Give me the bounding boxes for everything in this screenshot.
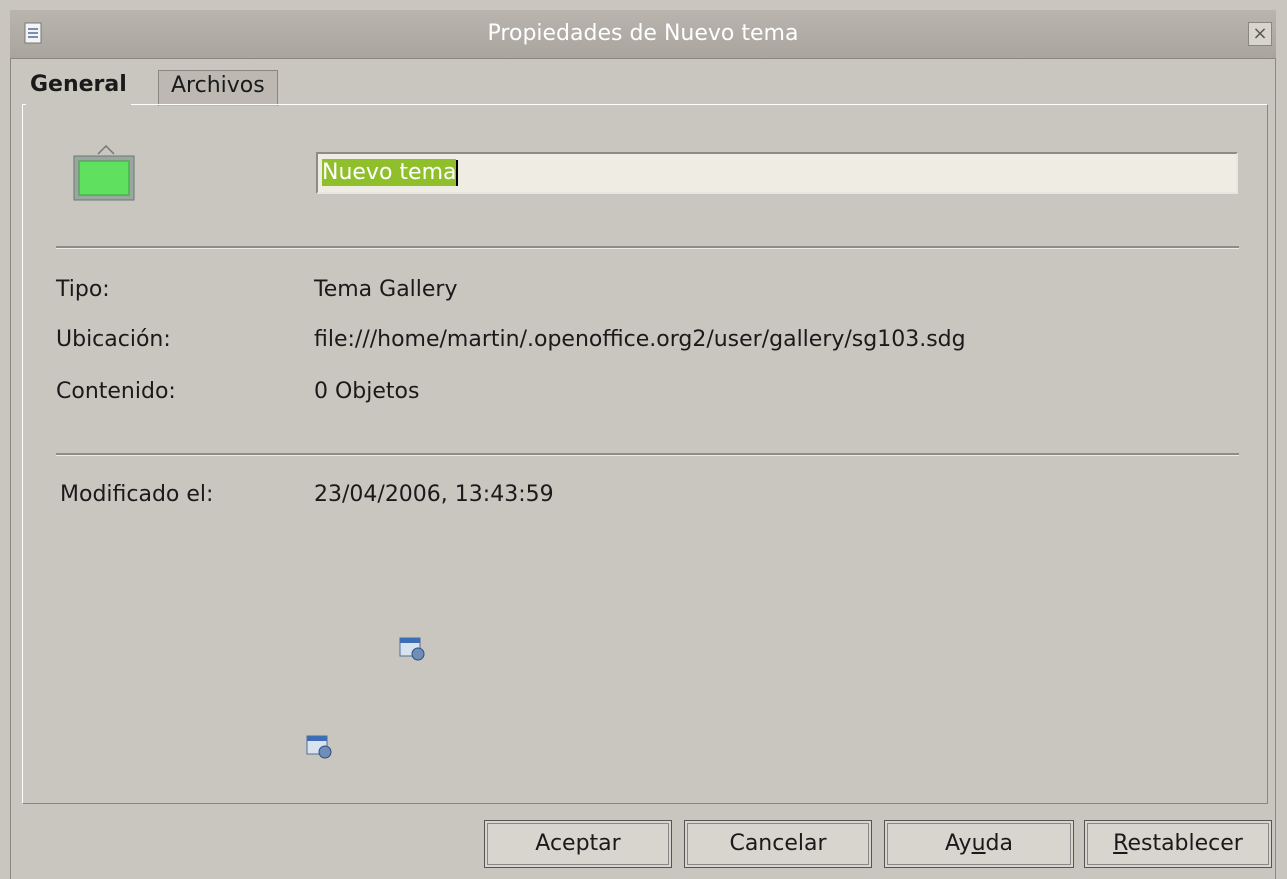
reset-button[interactable]: Restablecer — [1084, 820, 1272, 868]
type-value: Tema Gallery — [314, 277, 458, 302]
title-bar: Propiedades de Nuevo tema × — [10, 10, 1276, 59]
ok-button[interactable]: Aceptar — [484, 820, 672, 868]
location-value: file:///home/martin/.openoffice.org2/use… — [314, 327, 966, 352]
content-value: 0 Objetos — [314, 379, 420, 404]
tab-general[interactable]: General — [26, 66, 131, 108]
small-window-icon — [306, 735, 332, 759]
separator — [56, 453, 1239, 456]
close-icon[interactable]: × — [1248, 22, 1272, 46]
separator — [56, 246, 1239, 249]
modified-label: Modificado el: — [60, 482, 214, 507]
help-label-end: da — [985, 831, 1013, 856]
help-label-start: Ay — [945, 831, 972, 856]
reset-mnemonic: R — [1113, 831, 1128, 856]
help-mnemonic: u — [971, 831, 986, 856]
small-window-icon — [399, 637, 425, 661]
theme-gallery-icon — [73, 144, 135, 201]
window-title: Propiedades de Nuevo tema — [487, 21, 799, 46]
tab-archivos[interactable]: Archivos — [158, 70, 278, 106]
cancel-button[interactable]: Cancelar — [684, 820, 872, 868]
modified-value: 23/04/2006, 13:43:59 — [314, 482, 554, 507]
type-label: Tipo: — [56, 277, 110, 302]
theme-name-value: Nuevo tema — [322, 159, 457, 186]
reset-label-rest: establecer — [1127, 831, 1243, 856]
content-label: Contenido: — [56, 379, 176, 404]
theme-name-input[interactable]: Nuevo tema — [316, 152, 1238, 194]
text-caret — [456, 160, 459, 186]
location-label: Ubicación: — [56, 327, 171, 352]
help-button[interactable]: Ayuda — [884, 820, 1074, 868]
